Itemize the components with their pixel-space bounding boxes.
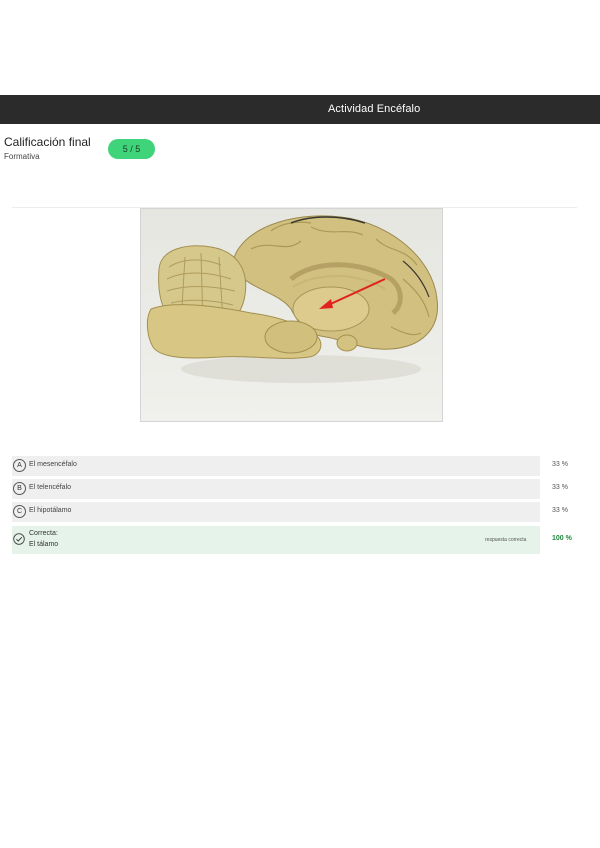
correct-answer-row[interactable]: Correcta: El tálamo respuesta correcta xyxy=(12,526,540,554)
answer-option-a[interactable]: A El mesencéfalo xyxy=(12,456,540,476)
top-bar: Actividad Encéfalo xyxy=(0,95,600,124)
answer-option-c[interactable]: C El hipotálamo xyxy=(12,502,540,522)
grade-title: Calificación final xyxy=(4,135,91,149)
option-text: El telencéfalo xyxy=(29,484,72,491)
correct-answer-note: respuesta correcta xyxy=(485,537,527,543)
option-letter-a: A xyxy=(13,459,26,472)
option-letter-b: B xyxy=(13,482,26,495)
activity-title: Actividad Encéfalo xyxy=(328,103,421,115)
correct-label: Correcta: xyxy=(29,530,58,537)
option-percent-a: 33 % xyxy=(552,461,568,468)
option-percent-b: 33 % xyxy=(552,484,568,491)
option-letter-c: C xyxy=(13,505,26,518)
score-badge: 5 / 5 xyxy=(108,139,155,159)
grade-subtitle: Formativa xyxy=(4,152,40,161)
check-circle-icon xyxy=(13,533,25,545)
option-text: El hipotálamo xyxy=(29,507,72,514)
option-percent-c: 33 % xyxy=(552,507,568,514)
correct-answer-text: El tálamo xyxy=(29,541,59,548)
answer-option-b[interactable]: B El telencéfalo xyxy=(12,479,540,499)
brain-photo xyxy=(140,208,443,422)
correct-percent: 100 % xyxy=(552,535,572,542)
option-text: El mesencéfalo xyxy=(29,461,77,468)
